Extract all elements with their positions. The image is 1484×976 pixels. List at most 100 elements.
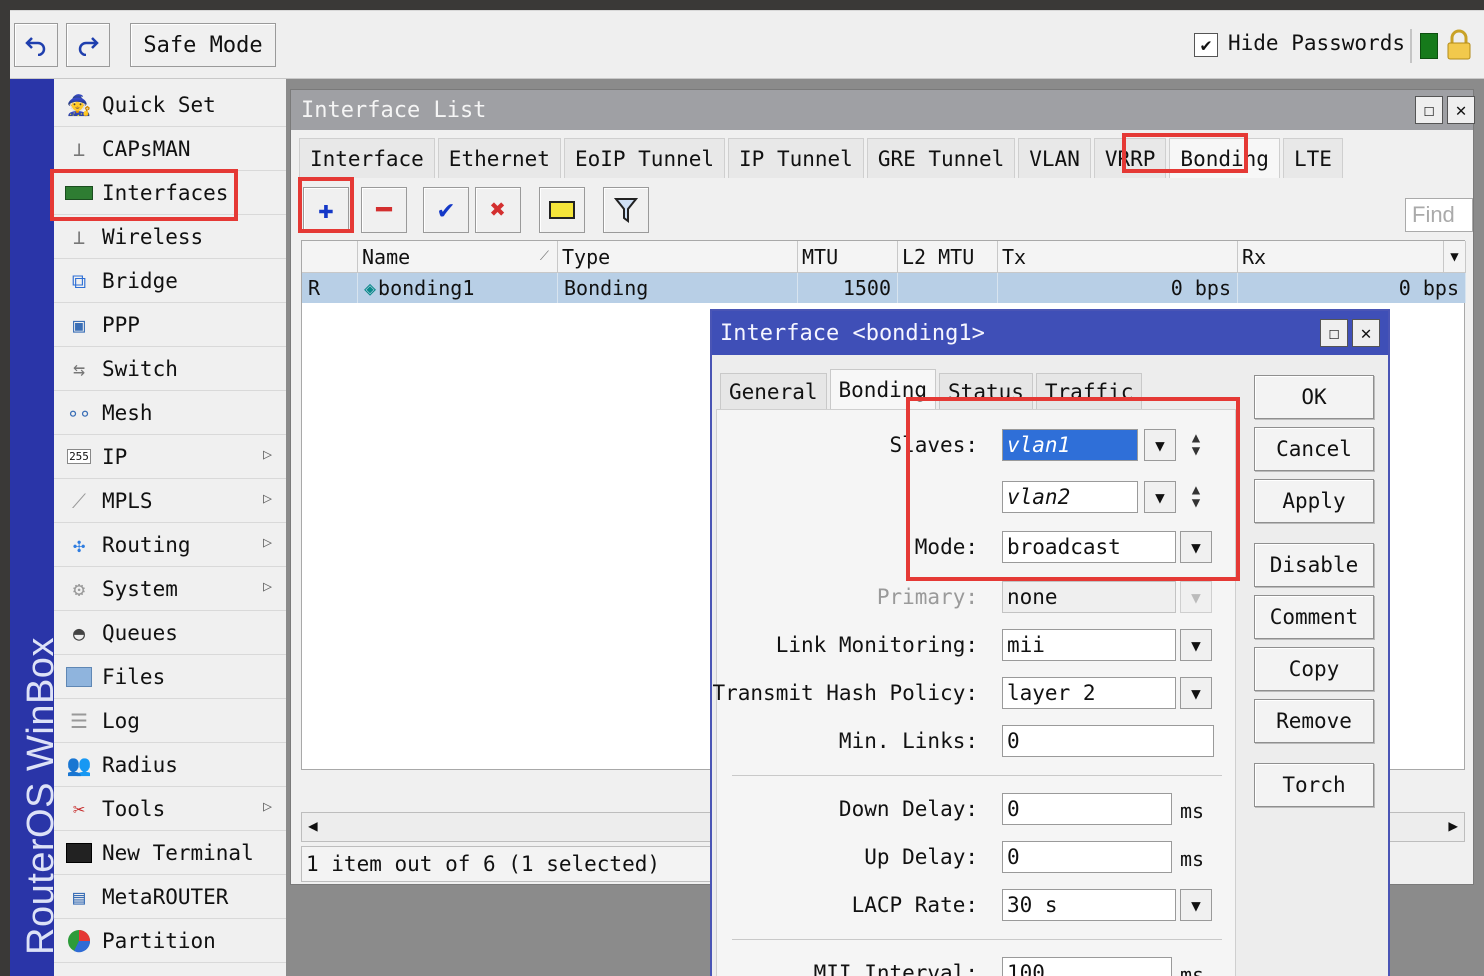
column-header-name[interactable]: Name ⟋	[358, 241, 558, 273]
hash-policy-select[interactable]: layer 2	[1002, 677, 1176, 709]
sidebar-item-mesh[interactable]: ∘∘ Mesh	[54, 391, 286, 435]
tab-gre-tunnel[interactable]: GRE Tunnel	[866, 138, 1016, 178]
disable-interface-button[interactable]: Disable	[1254, 543, 1374, 587]
tab-vlan[interactable]: VLAN	[1018, 138, 1091, 178]
tools-icon: ✂	[72, 796, 86, 821]
undo-button[interactable]	[14, 23, 58, 67]
safe-mode-button[interactable]: Safe Mode	[130, 23, 276, 67]
sidebar-item-partition[interactable]: Partition	[54, 919, 286, 963]
sidebar-item-more[interactable]	[54, 963, 286, 976]
sidebar-item-tools[interactable]: ✂ Tools ▷	[54, 787, 286, 831]
ok-button[interactable]: OK	[1254, 375, 1374, 419]
sidebar-item-ip[interactable]: 255 IP ▷	[54, 435, 286, 479]
sidebar-item-quick-set[interactable]: 🧙 Quick Set	[54, 83, 286, 127]
sidebar-item-label: Log	[102, 708, 140, 733]
min-links-input[interactable]: 0	[1002, 725, 1214, 757]
primary-select[interactable]: none	[1002, 581, 1176, 613]
down-delay-label: Down Delay:	[838, 797, 978, 821]
lacp-rate-dropdown[interactable]: ▼	[1180, 889, 1212, 921]
mii-interval-unit: ms	[1180, 963, 1205, 976]
column-header-tx[interactable]: Tx	[998, 241, 1238, 273]
sidebar-item-label: Files	[102, 664, 166, 689]
sidebar-item-label: Bridge	[102, 268, 178, 293]
primary-dropdown[interactable]: ▼	[1180, 581, 1212, 613]
column-chooser-button[interactable]: ▼	[1444, 241, 1466, 273]
sidebar-item-label: IP	[102, 444, 128, 469]
sidebar-item-ppp[interactable]: ▣ PPP	[54, 303, 286, 347]
column-header-flag[interactable]	[302, 241, 358, 273]
sidebar-item-mpls[interactable]: ⟋ MPLS ▷	[54, 479, 286, 523]
lacp-rate-select[interactable]: 30 s	[1002, 889, 1176, 921]
sidebar-item-label: Quick Set	[102, 92, 216, 117]
tab-interface[interactable]: Interface	[299, 138, 435, 178]
sidebar-item-label: Radius	[102, 752, 178, 777]
ip-badge: 255	[67, 449, 91, 464]
sidebar-item-capsman[interactable]: ⊥ CAPsMAN	[54, 127, 286, 171]
comment-interface-button[interactable]: Comment	[1254, 595, 1374, 639]
ip-icon: 255	[62, 442, 96, 472]
cancel-button[interactable]: Cancel	[1254, 427, 1374, 471]
scroll-left-icon: ◀	[308, 816, 318, 835]
sidebar-item-radius[interactable]: 👥 Radius	[54, 743, 286, 787]
sidebar-item-label: Switch	[102, 356, 178, 381]
hide-passwords-checkbox[interactable]: ✔	[1194, 33, 1218, 57]
sidebar-item-wireless[interactable]: ⊥ Wireless	[54, 215, 286, 259]
dialog-close-button[interactable]: ✕	[1352, 319, 1380, 347]
remove-interface-button[interactable]: Remove	[1254, 699, 1374, 743]
column-header-rx[interactable]: Rx	[1238, 241, 1444, 273]
sidebar-item-label: New Terminal	[102, 840, 254, 865]
partition-icon	[62, 926, 96, 956]
hash-policy-dropdown[interactable]: ▼	[1180, 677, 1212, 709]
comment-button[interactable]	[539, 187, 585, 233]
disable-button[interactable]: ✖	[475, 187, 521, 233]
hide-passwords-label: Hide Passwords	[1228, 31, 1406, 55]
column-header-l2mtu[interactable]: L2 MTU	[898, 241, 998, 273]
enable-button[interactable]: ✔	[423, 187, 469, 233]
apply-button[interactable]: Apply	[1254, 479, 1374, 523]
close-icon: ✕	[1360, 322, 1372, 344]
tab-ip-tunnel[interactable]: IP Tunnel	[728, 138, 864, 178]
sidebar-item-system[interactable]: ⚙ System ▷	[54, 567, 286, 611]
remove-button[interactable]: ━	[361, 187, 407, 233]
safe-mode-label: Safe Mode	[143, 32, 263, 58]
tab-general[interactable]: General	[720, 373, 827, 409]
up-delay-input[interactable]: 0	[1002, 841, 1172, 873]
mii-interval-label: MII Interval:	[813, 961, 978, 976]
metarouter-icon: ▤	[72, 884, 86, 909]
interface-list-titlebar[interactable]: Interface List	[291, 90, 1473, 130]
tab-lte[interactable]: LTE	[1282, 138, 1343, 178]
down-delay-input[interactable]: 0	[1002, 793, 1172, 825]
sidebar-item-metarouter[interactable]: ▤ MetaROUTER	[54, 875, 286, 919]
add-button-highlight	[298, 177, 354, 233]
maximize-button[interactable]: ☐	[1415, 96, 1443, 124]
torch-button[interactable]: Torch	[1254, 763, 1374, 807]
close-button[interactable]: ✕	[1447, 96, 1475, 124]
find-input[interactable]: Find	[1405, 198, 1473, 232]
copy-button[interactable]: Copy	[1254, 647, 1374, 691]
sidebar-item-label: MetaROUTER	[102, 884, 229, 909]
link-monitoring-dropdown[interactable]: ▼	[1180, 629, 1212, 661]
sidebar-item-queues[interactable]: ◓ Queues	[54, 611, 286, 655]
sidebar-item-new-terminal[interactable]: New Terminal	[54, 831, 286, 875]
submenu-arrow-icon: ▷	[262, 577, 272, 595]
redo-button[interactable]	[66, 23, 110, 67]
sidebar-item-routing[interactable]: ✣ Routing ▷	[54, 523, 286, 567]
tab-ethernet[interactable]: Ethernet	[437, 138, 561, 178]
dialog-maximize-button[interactable]: ☐	[1320, 319, 1348, 347]
column-header-mtu[interactable]: MTU	[798, 241, 898, 273]
tab-eoip-tunnel[interactable]: EoIP Tunnel	[563, 138, 726, 178]
sidebar-item-files[interactable]: Files	[54, 655, 286, 699]
filter-button[interactable]	[603, 187, 649, 233]
maximize-icon: ☐	[1423, 99, 1435, 121]
up-delay-unit: ms	[1180, 847, 1205, 871]
sidebar-item-bridge[interactable]: ⧉ Bridge	[54, 259, 286, 303]
antenna-icon: ⊥	[72, 136, 86, 161]
mii-interval-input[interactable]: 100	[1002, 957, 1172, 976]
sidebar-item-switch[interactable]: ⇆ Switch	[54, 347, 286, 391]
toolbar-divider	[1410, 29, 1412, 63]
files-icon	[62, 662, 96, 692]
column-header-type[interactable]: Type	[558, 241, 798, 273]
sidebar-item-log[interactable]: ☰ Log	[54, 699, 286, 743]
dialog-titlebar[interactable]: Interface <bonding1>	[712, 311, 1388, 355]
link-monitoring-select[interactable]: mii	[1002, 629, 1176, 661]
